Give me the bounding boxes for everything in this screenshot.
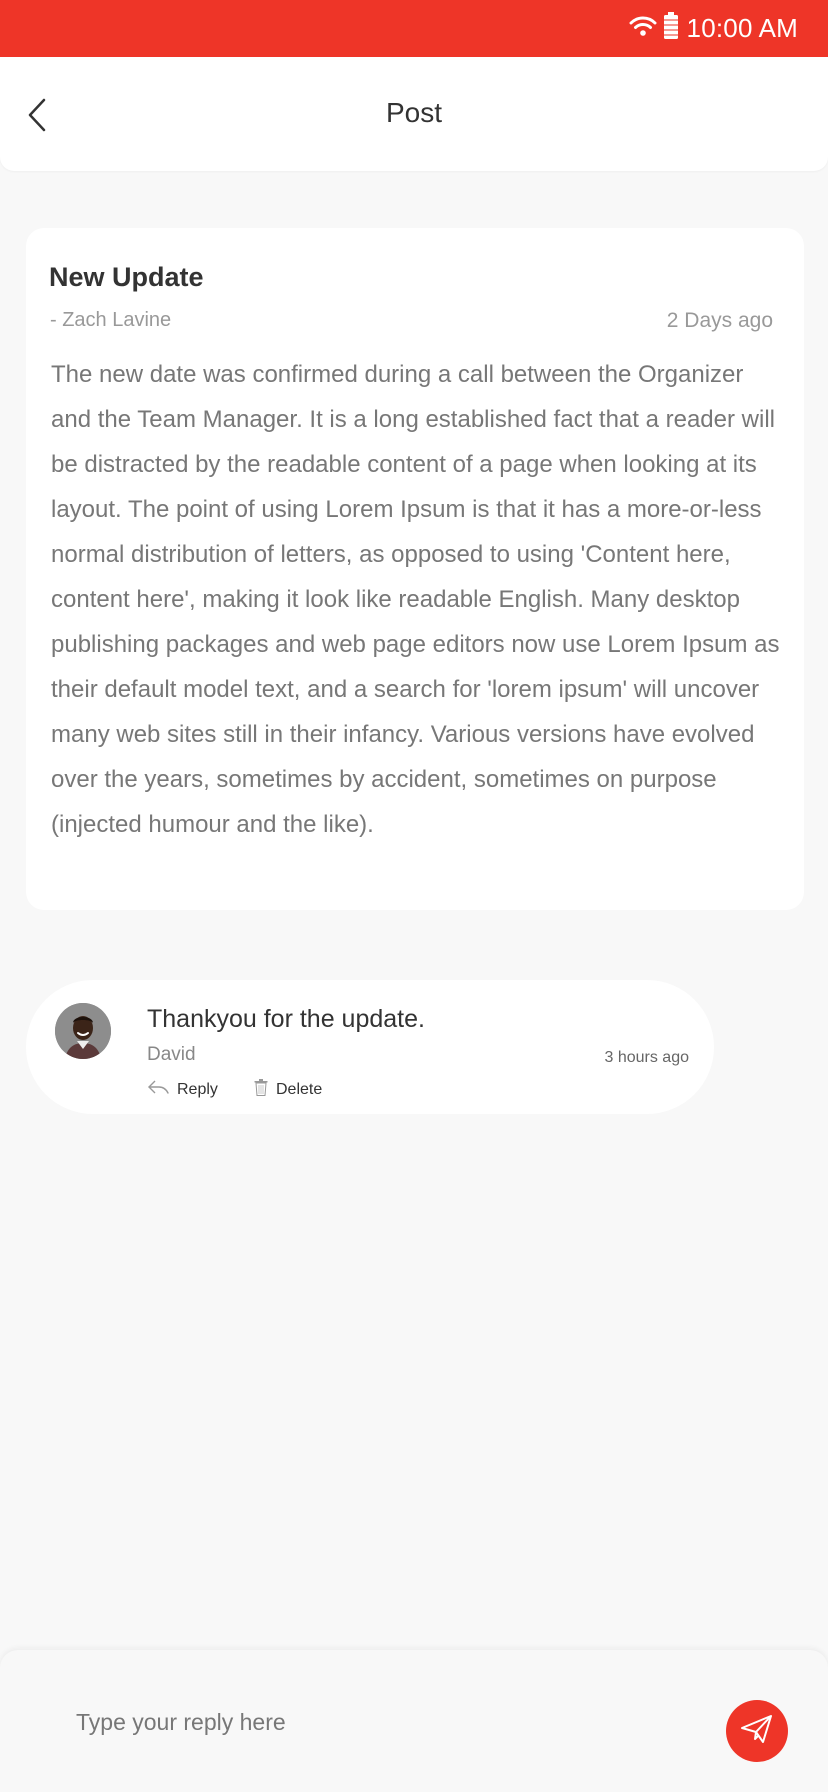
post-timestamp: 2 Days ago (666, 309, 773, 332)
reply-bar (0, 1650, 828, 1792)
page-title: Post (385, 97, 443, 128)
trash-icon (254, 1079, 268, 1101)
post-author: - Zach Lavine (50, 309, 172, 331)
status-time: 10:00 AM (686, 13, 798, 43)
reply-button[interactable]: Reply (147, 1079, 218, 1100)
comment-item: Thankyou for the update. David 3 hours a… (26, 980, 714, 1114)
comment-author: David (147, 1044, 196, 1065)
header: Post (0, 57, 828, 171)
paper-plane-icon (740, 1714, 774, 1749)
comment-timestamp: 3 hours ago (604, 1049, 689, 1066)
reply-input[interactable] (50, 1702, 670, 1742)
wifi-icon (629, 15, 657, 42)
comment-text: Thankyou for the update. (147, 1005, 425, 1033)
delete-label: Delete (276, 1081, 323, 1098)
reply-arrow-icon (147, 1079, 169, 1100)
post-title: New Update (49, 262, 204, 292)
post-card: New Update - Zach Lavine 2 Days ago The … (26, 228, 804, 910)
battery-icon (663, 12, 679, 45)
post-body: The new date was confirmed during a call… (51, 361, 780, 838)
avatar[interactable] (55, 1003, 111, 1059)
status-icons (629, 12, 679, 45)
status-bar: 10:00 AM (0, 0, 828, 57)
reply-label: Reply (177, 1080, 218, 1098)
delete-button[interactable]: Delete (254, 1079, 322, 1101)
send-button[interactable] (726, 1700, 788, 1762)
